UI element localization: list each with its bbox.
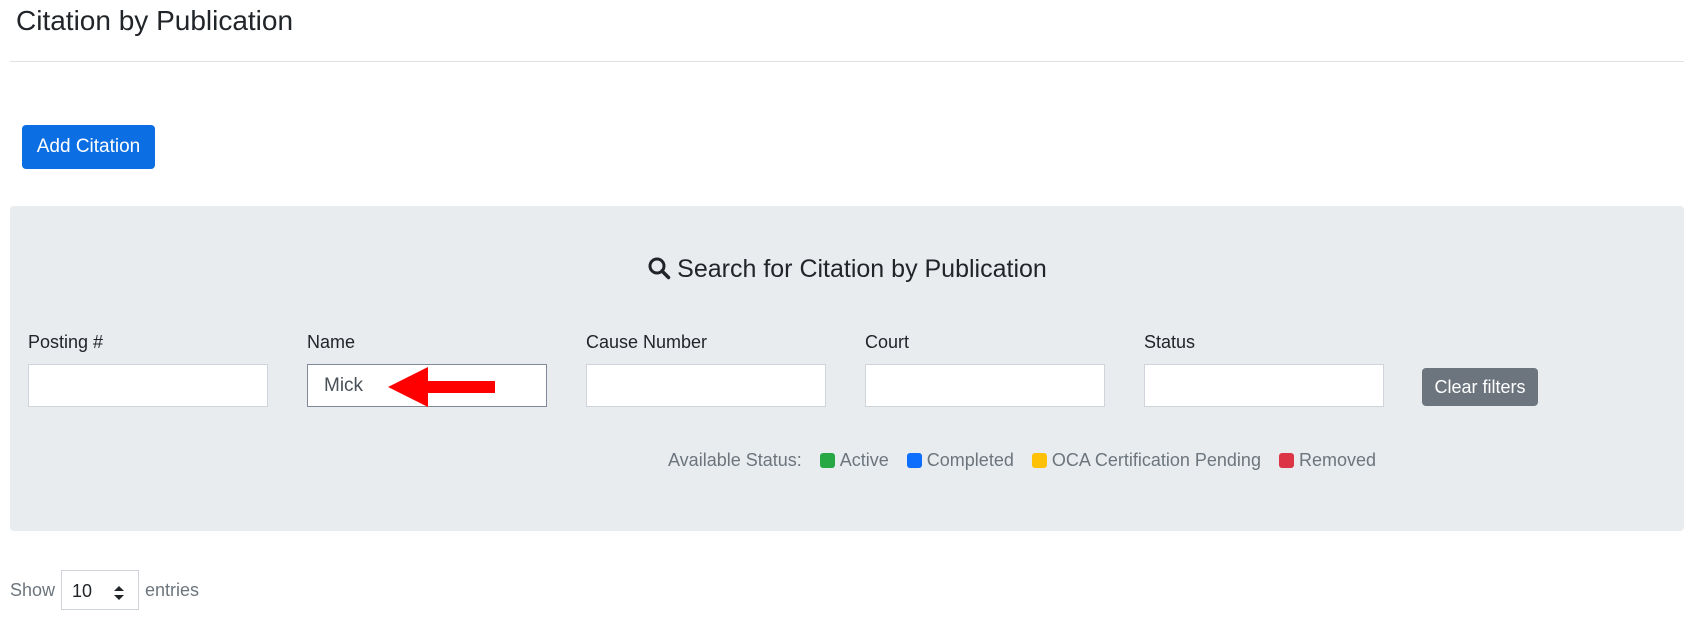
active-swatch [819, 453, 835, 468]
entries-select-value: 10 [72, 581, 93, 601]
court-input[interactable] [865, 364, 1105, 407]
search-heading-text: Search for Citation by Publication [677, 255, 1047, 283]
cause-number-label: Cause Number [586, 332, 708, 352]
page: Citation by Publication Add Citation Sea… [0, 0, 1694, 620]
page-title: Citation by Publication [16, 5, 294, 36]
clear-filters-button[interactable]: Clear filters [1422, 368, 1538, 406]
status-legend-item-active: Active [819, 450, 889, 471]
cause-number-input[interactable] [586, 364, 826, 407]
status-legend: Available Status: Active Completed OCA C… [668, 450, 1394, 471]
entries-select[interactable]: 10 [61, 570, 140, 610]
status-legend-item-label: Completed [926, 450, 1014, 470]
status-input[interactable] [1144, 364, 1384, 407]
status-legend-item-completed: Completed [906, 450, 1014, 471]
show-label: Show [10, 579, 56, 600]
status-legend-label: Available Status: [668, 450, 802, 470]
show-entries: Show 10 entries [10, 570, 199, 610]
entries-label: entries [145, 579, 200, 600]
status-legend-item-label: Active [839, 450, 889, 470]
add-citation-button[interactable]: Add Citation [22, 125, 155, 169]
removed-swatch [1278, 453, 1294, 468]
sort-chevron-icon [114, 584, 125, 605]
status-legend-item-label: OCA Certification Pending [1051, 450, 1261, 470]
posting-number-label: Posting # [28, 332, 104, 352]
status-legend-item-removed: Removed [1278, 450, 1376, 471]
search-panel: Search for Citation by Publication Posti… [10, 206, 1684, 531]
status-legend-item-label: Removed [1298, 450, 1376, 470]
search-icon [647, 256, 671, 287]
divider [10, 61, 1684, 62]
status-legend-item-oca: OCA Certification Pending [1031, 450, 1261, 471]
completed-swatch [906, 453, 922, 468]
oca-pending-swatch [1031, 453, 1047, 468]
court-label: Court [865, 332, 910, 352]
search-heading: Search for Citation by Publication [10, 254, 1684, 287]
red-arrow-annotation [388, 366, 498, 413]
posting-number-input[interactable] [28, 364, 268, 407]
status-label: Status [1144, 332, 1196, 352]
name-label: Name [307, 332, 356, 352]
